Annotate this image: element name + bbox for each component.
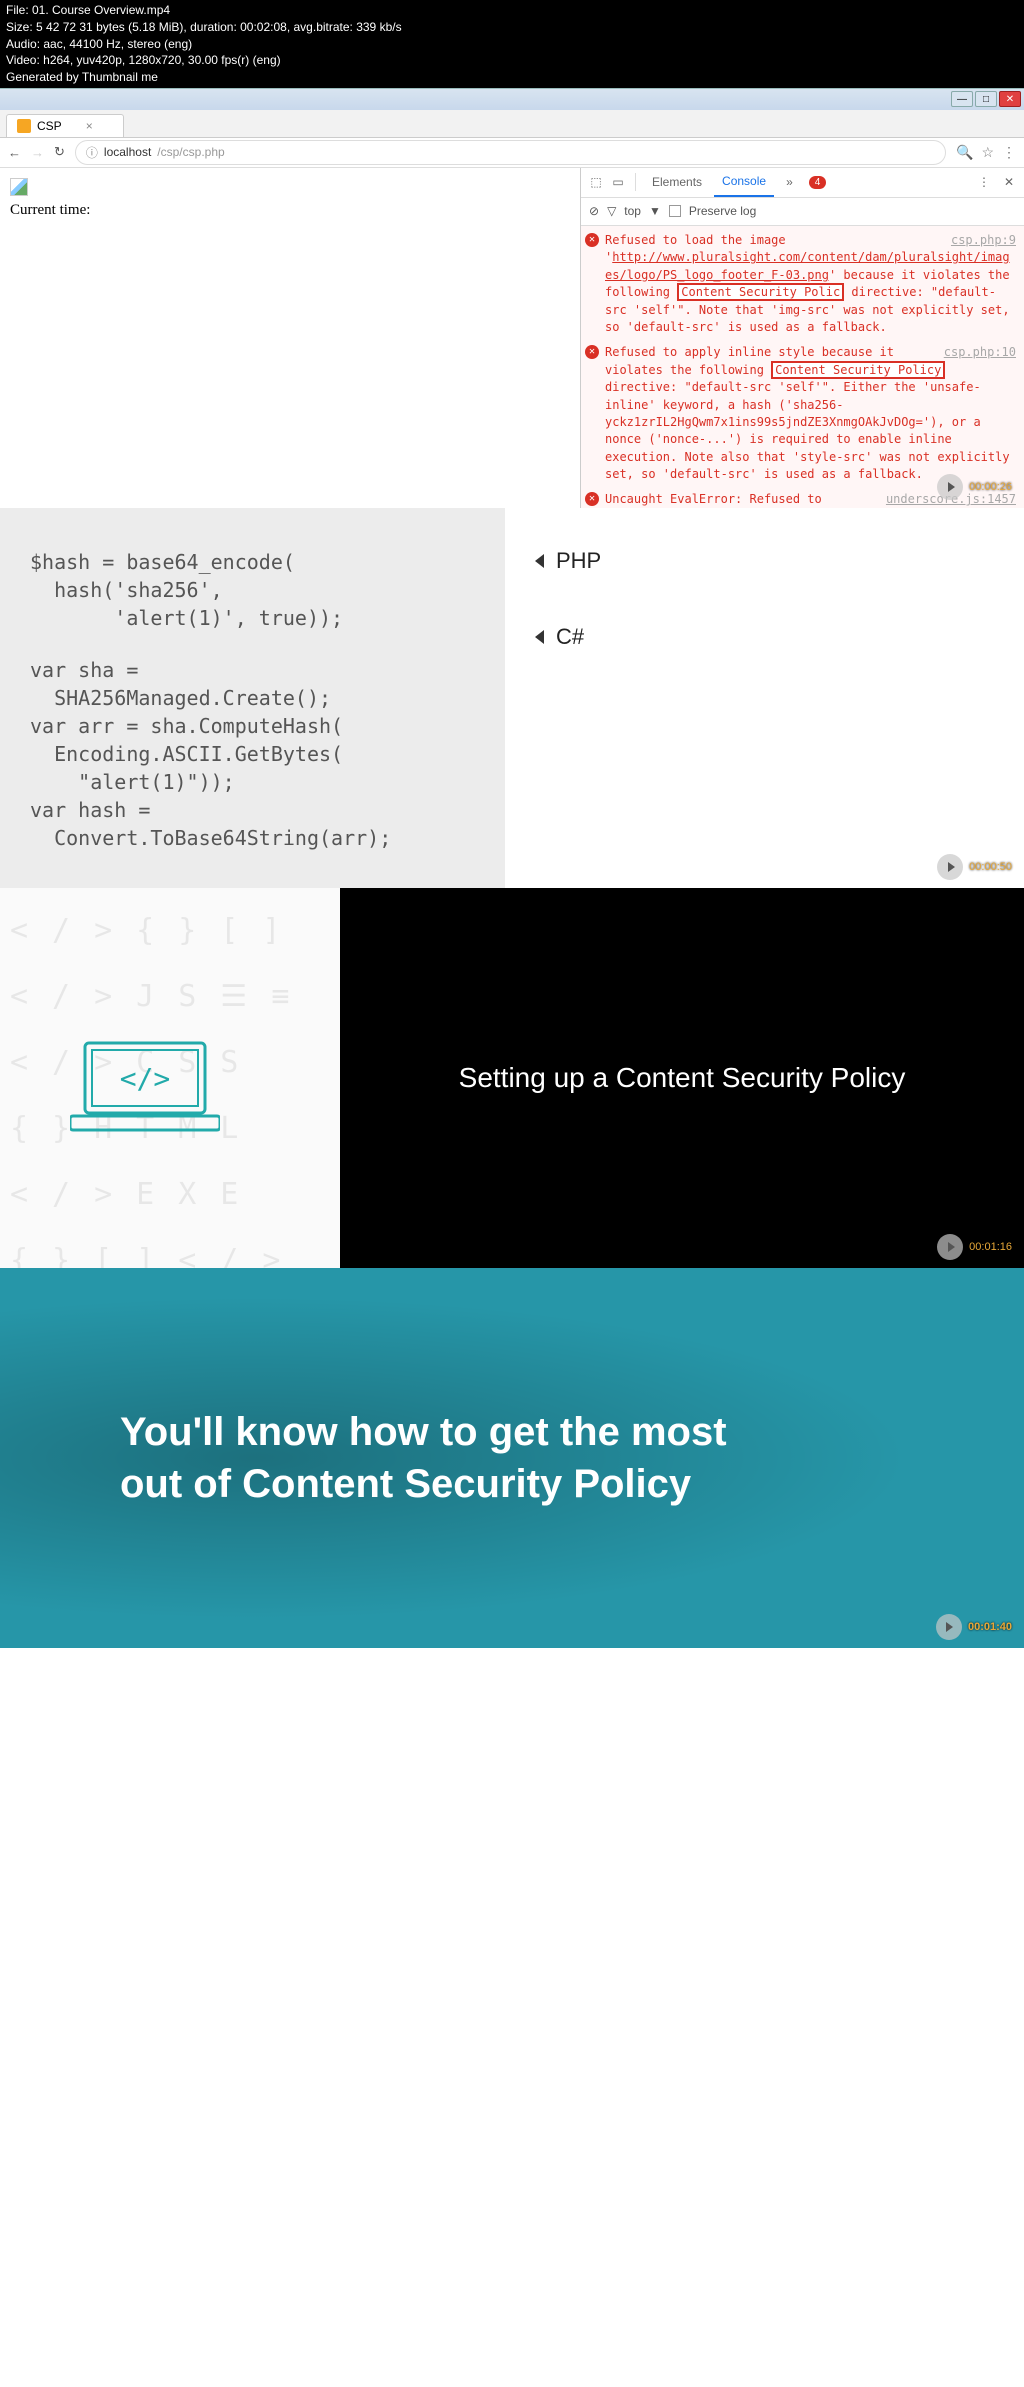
meta-audio: Audio: aac, 44100 Hz, stereo (eng) bbox=[6, 36, 1018, 53]
thumbnail-overlay-2: 00:00:50 bbox=[937, 854, 1012, 880]
tab-console[interactable]: Console bbox=[714, 167, 774, 197]
devtools-panel: ⬚ ▭ Elements Console » 4 ⋮ ✕ ⊘ ▽ top ▼ P… bbox=[580, 168, 1024, 508]
toolbar-right: 🔍 ☆ ⋮ bbox=[956, 144, 1016, 161]
site-info-icon[interactable]: ⓘ bbox=[86, 144, 98, 161]
play-icon bbox=[937, 474, 963, 500]
console-output: ✕ csp.php:9 Refused to load the image 'h… bbox=[581, 226, 1024, 508]
viewport-row: Current time: ⬚ ▭ Elements Console » 4 ⋮… bbox=[0, 168, 1024, 508]
separator bbox=[635, 173, 636, 191]
csp-highlight: Content Security Polic bbox=[677, 283, 844, 301]
thumbnail-overlay-3: 00:01:16 bbox=[937, 1234, 1012, 1260]
timestamp: 00:01:16 bbox=[969, 1241, 1012, 1253]
devtools-close-icon[interactable]: ✕ bbox=[1000, 175, 1018, 189]
url-field[interactable]: ⓘ localhost/csp/csp.php bbox=[75, 140, 946, 165]
tab-title: CSP bbox=[37, 119, 62, 133]
play-icon bbox=[937, 854, 963, 880]
device-icon[interactable]: ▭ bbox=[609, 175, 627, 189]
menu-icon[interactable]: ⋮ bbox=[1002, 144, 1016, 161]
search-icon[interactable]: 🔍 bbox=[956, 144, 973, 161]
thumbnail-overlay-4: 00:01:40 bbox=[936, 1614, 1012, 1640]
error-icon: ✕ bbox=[585, 492, 599, 506]
slide-code: $hash = base64_encode( hash('sha256', 'a… bbox=[0, 508, 1024, 888]
devtools-tabs: ⬚ ▭ Elements Console » 4 ⋮ ✕ bbox=[581, 168, 1024, 198]
error-icon: ✕ bbox=[585, 345, 599, 359]
window-close-button[interactable]: ✕ bbox=[999, 91, 1021, 107]
console-error-1: ✕ csp.php:9 Refused to load the image 'h… bbox=[585, 232, 1016, 336]
slide-title-text: Setting up a Content Security Policy bbox=[459, 1062, 906, 1094]
video-metadata-header: File: 01. Course Overview.mp4 Size: 5 42… bbox=[0, 0, 1024, 88]
lang-csharp: C# bbox=[535, 624, 994, 650]
nav-reload-icon[interactable]: ↻ bbox=[54, 144, 65, 160]
triangle-left-icon bbox=[535, 554, 544, 568]
meta-generated: Generated by Thumbnail me bbox=[6, 69, 1018, 86]
tab-favicon-icon bbox=[17, 119, 31, 133]
page-content: Current time: bbox=[0, 168, 580, 508]
preserve-log-checkbox[interactable] bbox=[669, 205, 681, 217]
quote-text: You'll know how to get the most out of C… bbox=[120, 1406, 727, 1510]
nav-back-icon[interactable]: ← bbox=[8, 145, 21, 160]
php-code: $hash = base64_encode( hash('sha256', 'a… bbox=[30, 548, 475, 632]
window-maximize-button[interactable]: □ bbox=[975, 91, 997, 107]
filter-icon[interactable]: ▽ bbox=[607, 204, 616, 218]
tab-close-icon[interactable]: × bbox=[86, 119, 93, 133]
console-error-2: ✕ csp.php:10 Refused to apply inline sty… bbox=[585, 344, 1016, 483]
triangle-left-icon bbox=[535, 630, 544, 644]
window-titlebar: — □ ✕ bbox=[0, 88, 1024, 110]
timestamp: 00:01:40 bbox=[968, 1620, 1012, 1634]
thumbnail-overlay-1: 00:00:26 bbox=[937, 474, 1012, 500]
error-count-badge[interactable]: 4 bbox=[809, 176, 827, 189]
svg-text:</>: </> bbox=[120, 1062, 171, 1095]
lang-php: PHP bbox=[535, 548, 994, 574]
browser-tab[interactable]: CSP × bbox=[6, 114, 124, 137]
timestamp: 00:00:50 bbox=[969, 861, 1012, 873]
address-bar: ← → ↻ ⓘ localhost/csp/csp.php 🔍 ☆ ⋮ bbox=[0, 138, 1024, 168]
console-filter-bar: ⊘ ▽ top ▼ Preserve log bbox=[581, 198, 1024, 226]
language-pane: PHP C# bbox=[505, 508, 1024, 888]
broken-image-icon bbox=[10, 178, 28, 196]
tab-more[interactable]: » bbox=[778, 168, 801, 196]
slide-title: </>{}[]</>JS☰≡</>CSS{}HTML</>EXE{}[]</>J… bbox=[0, 888, 1024, 1268]
url-host: localhost bbox=[104, 145, 151, 159]
context-selector[interactable]: top bbox=[624, 204, 641, 218]
devtools-settings-icon[interactable]: ⋮ bbox=[972, 175, 996, 189]
error-icon: ✕ bbox=[585, 233, 599, 247]
timestamp: 00:00:26 bbox=[969, 481, 1012, 493]
meta-size: Size: 5 42 72 31 bytes (5.18 MiB), durat… bbox=[6, 19, 1018, 36]
play-icon bbox=[936, 1614, 962, 1640]
preserve-log-label: Preserve log bbox=[689, 204, 756, 218]
error-source[interactable]: csp.php:9 bbox=[951, 232, 1016, 249]
inspect-icon[interactable]: ⬚ bbox=[587, 175, 605, 189]
current-time-label: Current time: bbox=[10, 202, 570, 219]
star-icon[interactable]: ☆ bbox=[981, 144, 994, 161]
csharp-code: var sha = SHA256Managed.Create(); var ar… bbox=[30, 656, 475, 852]
slide-illustration: </>{}[]</>JS☰≡</>CSS{}HTML</>EXE{}[]</>J… bbox=[0, 888, 340, 1268]
nav-forward-icon[interactable]: → bbox=[31, 145, 44, 160]
csp-highlight: Content Security Policy bbox=[771, 361, 945, 379]
dropdown-icon[interactable]: ▼ bbox=[649, 204, 661, 218]
browser-tab-bar: CSP × bbox=[0, 110, 1024, 138]
meta-file: File: 01. Course Overview.mp4 bbox=[6, 2, 1018, 19]
slide-quote: You'll know how to get the most out of C… bbox=[0, 1268, 1024, 1648]
window-minimize-button[interactable]: — bbox=[951, 91, 973, 107]
slide-title-panel: Setting up a Content Security Policy bbox=[340, 888, 1024, 1268]
url-path: /csp/csp.php bbox=[157, 145, 224, 159]
play-icon bbox=[937, 1234, 963, 1260]
code-pane: $hash = base64_encode( hash('sha256', 'a… bbox=[0, 508, 505, 888]
laptop-icon: </> bbox=[70, 1038, 220, 1143]
tab-elements[interactable]: Elements bbox=[644, 168, 710, 196]
meta-video: Video: h264, yuv420p, 1280x720, 30.00 fp… bbox=[6, 52, 1018, 69]
clear-console-icon[interactable]: ⊘ bbox=[589, 204, 599, 218]
error-source[interactable]: csp.php:10 bbox=[944, 344, 1016, 361]
